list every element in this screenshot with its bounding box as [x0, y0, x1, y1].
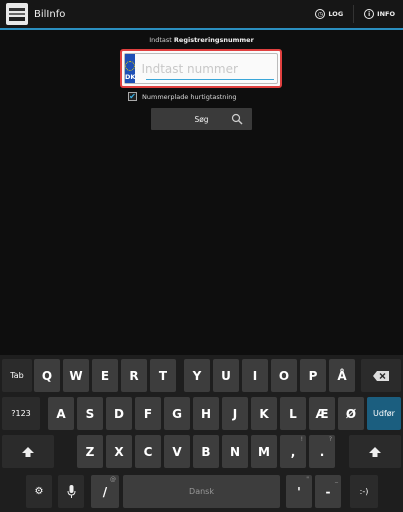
key-f[interactable]: F [135, 397, 161, 430]
divider [353, 5, 355, 23]
app-icon[interactable] [6, 3, 28, 25]
microphone-icon [67, 485, 75, 498]
action-bar: BilInfo ◷ LOG i INFO [0, 0, 403, 30]
country-code: DK [125, 73, 136, 81]
done-key[interactable]: Udfør [367, 397, 401, 430]
dash-label: - [325, 484, 331, 499]
backspace-icon [373, 370, 389, 381]
info-label: INFO [377, 10, 395, 18]
slash-label: / [102, 484, 108, 499]
shift-icon [22, 446, 34, 457]
period-hint: ? [328, 436, 332, 443]
soft-keyboard: Tab Q W E R T Y U I O P Å ?123 A S D F G… [0, 355, 403, 512]
key-h[interactable]: H [193, 397, 219, 430]
quick-type-checkbox[interactable]: ✔ [128, 92, 137, 101]
key-j[interactable]: J [222, 397, 248, 430]
search-button-label: Søg [194, 114, 209, 124]
microphone-key[interactable] [58, 475, 84, 508]
input-underline [146, 79, 274, 80]
info-icon: i [364, 9, 375, 19]
info-button[interactable]: i INFO [364, 9, 395, 19]
key-o[interactable]: O [271, 359, 297, 392]
key-comma[interactable]: !, [280, 435, 306, 468]
key-ae[interactable]: Æ [309, 397, 335, 430]
dash-hint: _ [335, 476, 338, 483]
key-oe[interactable]: Ø [338, 397, 364, 430]
key-w[interactable]: W [63, 359, 89, 392]
key-period[interactable]: ?. [309, 435, 335, 468]
key-n[interactable]: N [222, 435, 248, 468]
settings-icon: ⚙ [34, 486, 44, 497]
key-x[interactable]: X [106, 435, 132, 468]
shift-key-right[interactable] [349, 435, 401, 468]
comma-hint: ! [300, 436, 303, 443]
key-q[interactable]: Q [34, 359, 60, 392]
backspace-key[interactable] [361, 359, 401, 392]
key-r[interactable]: R [121, 359, 147, 392]
shift-icon [369, 446, 381, 457]
key-l[interactable]: L [280, 397, 306, 430]
key-y[interactable]: Y [184, 359, 210, 392]
key-u[interactable]: U [213, 359, 239, 392]
key-aa[interactable]: Å [329, 359, 355, 392]
action-items: ◷ LOG i INFO [315, 5, 395, 23]
smiley-key[interactable]: :-) [350, 475, 378, 508]
settings-key[interactable]: ⚙ [26, 475, 52, 508]
key-m[interactable]: M [251, 435, 277, 468]
key-v[interactable]: V [164, 435, 190, 468]
key-apostrophe[interactable]: " ' [286, 475, 312, 508]
numbers-key[interactable]: ?123 [2, 397, 40, 430]
key-dash[interactable]: _ - [315, 475, 341, 508]
app-screen: BilInfo ◷ LOG i INFO Indtast Registrerin… [0, 0, 403, 512]
key-p[interactable]: P [300, 359, 326, 392]
key-g[interactable]: G [164, 397, 190, 430]
space-key[interactable]: Dansk [123, 475, 280, 508]
key-slash[interactable]: @ / [91, 475, 119, 508]
quick-type-row[interactable]: ✔ Nummerplade hurtigtastning [128, 92, 236, 101]
plate-field-label-bold: Registreringsnummer [173, 36, 254, 44]
key-k[interactable]: K [251, 397, 277, 430]
key-s[interactable]: S [77, 397, 103, 430]
tab-key[interactable]: Tab [2, 359, 32, 392]
quick-type-label: Nummerplade hurtigtastning [142, 92, 237, 101]
license-plate-field[interactable]: DK [120, 49, 298, 88]
key-a[interactable]: A [48, 397, 74, 430]
key-d[interactable]: D [106, 397, 132, 430]
apostrophe-label: ' [297, 484, 301, 499]
key-e[interactable]: E [92, 359, 118, 392]
log-button[interactable]: ◷ LOG [315, 9, 343, 19]
search-icon [231, 113, 243, 125]
log-label: LOG [328, 10, 344, 18]
eu-flag-icon: DK [125, 54, 136, 83]
plate-field-label: Indtast Registreringsnummer [149, 36, 254, 44]
key-c[interactable]: C [135, 435, 161, 468]
search-button[interactable]: Søg [151, 108, 252, 130]
key-b[interactable]: B [193, 435, 219, 468]
slash-hint: @ [110, 476, 116, 483]
shift-key-left[interactable] [2, 435, 54, 468]
key-i[interactable]: I [242, 359, 268, 392]
space-label: Dansk [189, 487, 214, 496]
app-title: BilInfo [34, 8, 66, 20]
key-t[interactable]: T [150, 359, 176, 392]
apostrophe-hint: " [306, 476, 309, 483]
clock-icon: ◷ [315, 9, 326, 19]
key-z[interactable]: Z [77, 435, 103, 468]
